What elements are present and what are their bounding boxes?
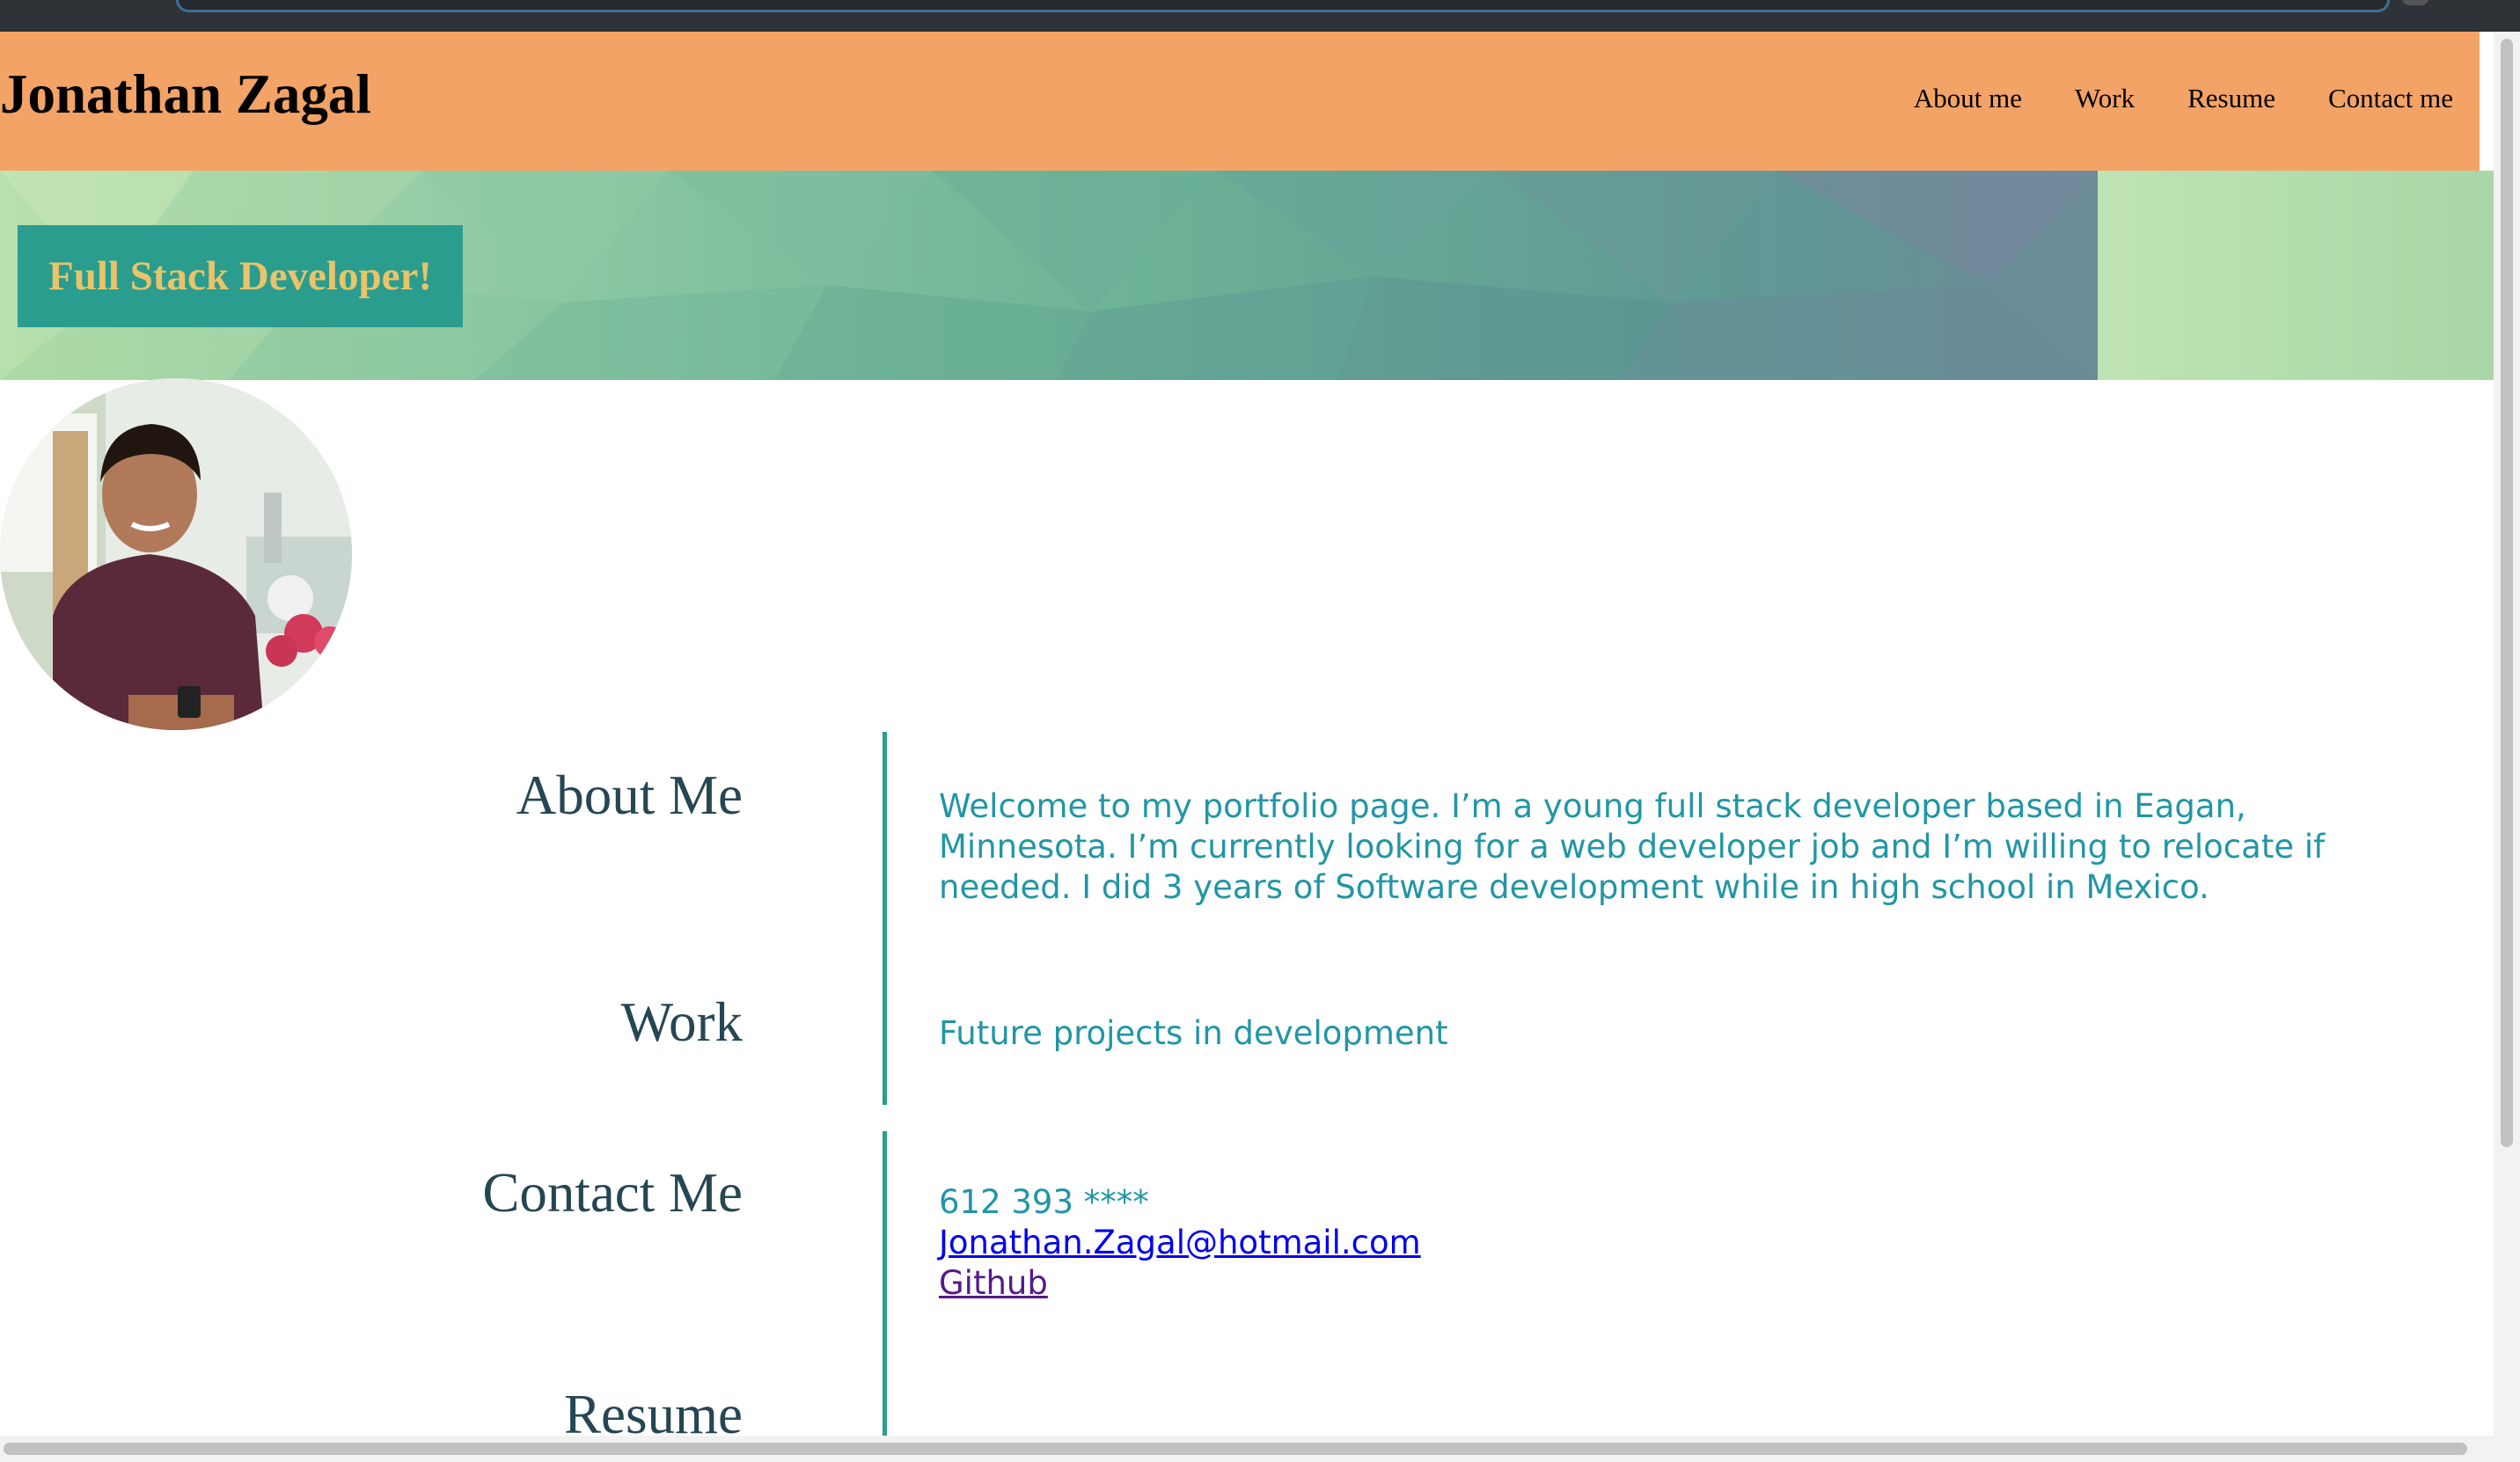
nav-contact-me[interactable]: Contact me	[2328, 83, 2453, 114]
banner-edge	[2098, 171, 2494, 380]
profile-photo-icon	[0, 378, 352, 730]
browser-control[interactable]	[2402, 0, 2428, 5]
horizontal-scrollbar-thumb[interactable]	[4, 1443, 2467, 1455]
role-badge-label: Full Stack Developer!	[48, 253, 432, 299]
section-divider	[883, 732, 887, 1105]
address-bar[interactable]	[176, 0, 2390, 12]
profile-photo-avatar	[0, 378, 352, 730]
site-header: Jonathan Zagal About me Work Resume Cont…	[0, 32, 2480, 171]
site-title: Jonathan Zagal	[0, 63, 371, 125]
horizontal-scrollbar[interactable]	[0, 1436, 2494, 1462]
browser-chrome	[0, 0, 2520, 32]
nav-resume[interactable]: Resume	[2187, 83, 2275, 114]
about-me-text: Welcome to my portfolio page. I’m a youn…	[939, 787, 2326, 906]
section-divider	[883, 1131, 887, 1436]
nav-work[interactable]: Work	[2075, 83, 2135, 114]
about-me-heading: About Me	[516, 764, 743, 826]
github-link[interactable]: Github	[939, 1263, 1421, 1304]
work-heading: Work	[620, 991, 743, 1053]
work-text: Future projects in development	[939, 1014, 1448, 1052]
nav-about-me[interactable]: About me	[1914, 83, 2022, 114]
contact-phone: 612 393 ****	[939, 1183, 1149, 1221]
vertical-scrollbar-thumb[interactable]	[2501, 39, 2513, 1147]
vertical-scrollbar[interactable]	[2494, 32, 2520, 1462]
email-link[interactable]: Jonathan.Zagal@hotmail.com	[939, 1223, 1421, 1263]
main-nav: About me Work Resume Contact me	[1914, 83, 2453, 114]
hero-banner: Full Stack Developer!	[0, 171, 2494, 380]
contact-me-heading: Contact Me	[482, 1162, 743, 1224]
role-badge: Full Stack Developer!	[18, 225, 463, 327]
contact-details: 612 393 **** Jonathan.Zagal@hotmail.com …	[939, 1182, 1421, 1304]
